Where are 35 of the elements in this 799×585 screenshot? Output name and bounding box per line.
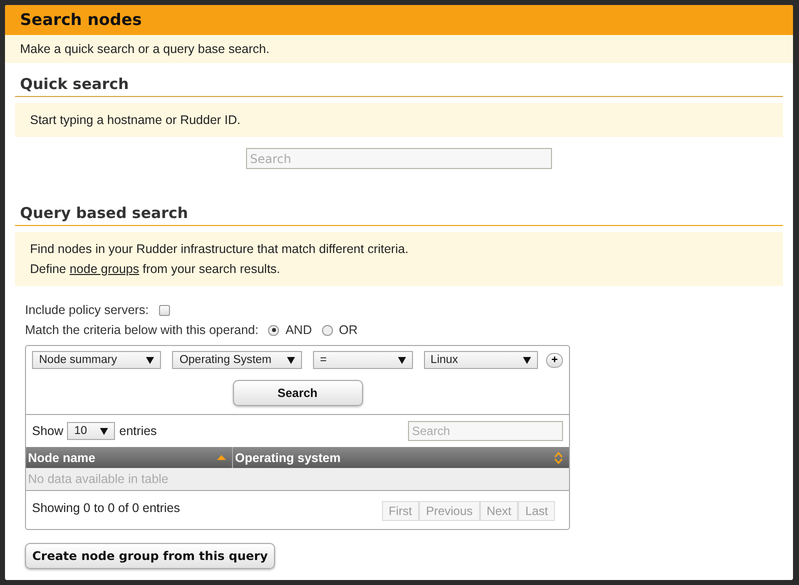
add-criterion-button[interactable]: +: [546, 352, 564, 368]
checkbox-label: Include policy servers:: [25, 303, 149, 317]
table-info: Showing 0 to 0 of 0 entries: [32, 501, 180, 517]
search-field[interactable]: Search: [246, 148, 552, 169]
comparator-dropdown[interactable]: =: [312, 351, 413, 369]
note-text: Find nodes in your Rudder infrastructure that match different criteria.: [30, 241, 410, 258]
empty-table-message: No data available in table: [26, 468, 569, 491]
page-length-dropdown[interactable]: 10: [67, 422, 116, 440]
column-header[interactable]: Node name: [26, 447, 232, 468]
show-label: Show: [32, 424, 64, 438]
caret-icon: [523, 356, 532, 364]
entries-label: entries: [119, 424, 157, 438]
caret-icon: [286, 356, 295, 364]
object-dropdown[interactable]: Node summary: [32, 351, 162, 369]
intro-text: Make a quick search or a query base search.: [5, 35, 793, 63]
note-text: Define node groups from your search results.: [30, 261, 282, 278]
caret-icon: [146, 356, 154, 364]
radio-button[interactable]: [322, 324, 333, 336]
radio-label: AND: [285, 323, 312, 337]
radio-label: OR: [338, 323, 358, 337]
page-title: Search nodes: [5, 5, 793, 35]
operand-label: Match the criteria below with this operand:: [25, 323, 258, 337]
create-group-button[interactable]: Create node group from this query: [25, 543, 275, 569]
caret-icon: [398, 356, 406, 364]
section-heading: Query based search: [15, 192, 783, 226]
node-groups-link[interactable]: node groups: [70, 262, 140, 276]
note-text: Start typing a hostname or Rudder ID.: [15, 103, 783, 137]
filter-field[interactable]: Search: [408, 421, 563, 441]
checkbox[interactable]: [158, 304, 170, 316]
value-dropdown[interactable]: Linux: [424, 351, 538, 369]
section-heading: Quick search: [15, 63, 783, 97]
attribute-dropdown[interactable]: Operating System: [172, 351, 302, 369]
caret-icon: [100, 428, 108, 434]
search-button[interactable]: Search: [232, 380, 362, 406]
radio-button[interactable]: [268, 324, 280, 336]
